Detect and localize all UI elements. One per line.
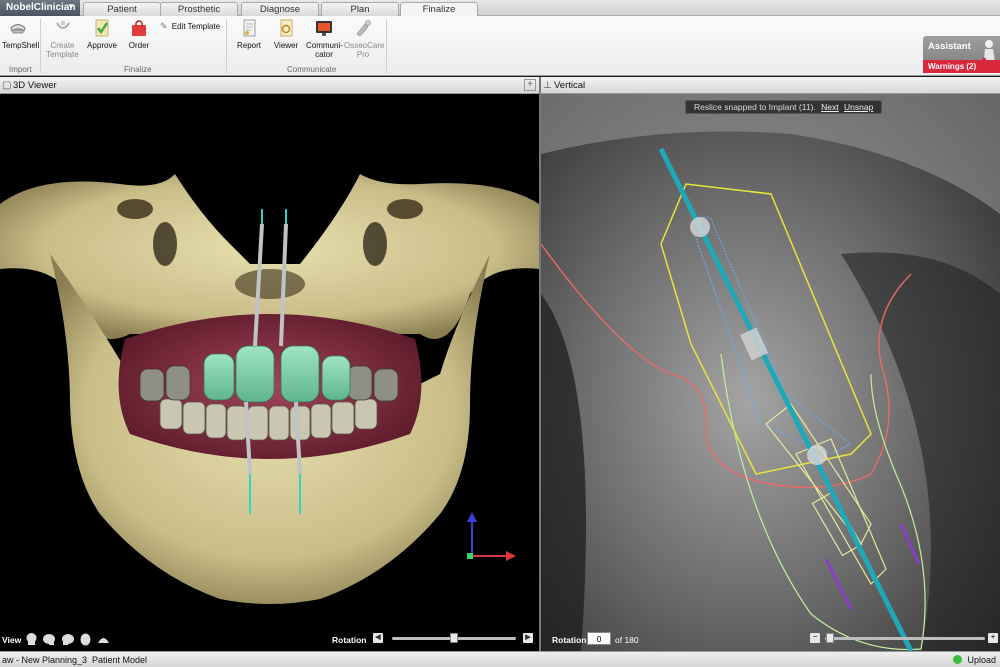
shopping-bag-icon bbox=[132, 20, 146, 36]
vertical-view-controls: Rotation 0 of 180 − + bbox=[0, 630, 1000, 651]
group-divider bbox=[386, 19, 387, 73]
viewer-3d-header: ▢ 3D Viewer + bbox=[0, 77, 539, 94]
tempshell-icon bbox=[10, 24, 26, 34]
tab-label: Prosthetic bbox=[177, 4, 221, 15]
tab-label: Patient bbox=[107, 4, 137, 15]
vertical-view-header: ⊥ Vertical bbox=[541, 77, 1000, 94]
vertical-view-title: Vertical bbox=[554, 80, 586, 91]
tab-patient[interactable]: Patient bbox=[83, 2, 161, 16]
app-menu-label: NobelClinician bbox=[6, 2, 76, 13]
group-divider bbox=[40, 19, 41, 73]
approve-label: Approve bbox=[87, 41, 117, 50]
report-button[interactable]: Report bbox=[234, 19, 264, 50]
viewer-3d-title: 3D Viewer bbox=[13, 80, 57, 91]
create-template-label: Create Template bbox=[46, 41, 79, 59]
approve-check-icon bbox=[95, 19, 109, 37]
tempshell-label: TempShell bbox=[2, 41, 40, 50]
document-name: aw - New Planning_3 bbox=[2, 655, 88, 665]
status-bar: aw - New Planning_3 Patient Model Upload bbox=[0, 651, 1000, 667]
communicator-monitor-icon bbox=[316, 21, 332, 36]
skull-3d-render bbox=[0, 174, 539, 604]
orientation-axes-icon bbox=[467, 512, 516, 561]
osseocare-drill-icon bbox=[356, 20, 371, 37]
assistant-title: Assistant bbox=[928, 41, 971, 52]
slice-icon: ⊥ bbox=[543, 80, 552, 91]
zoom-out-button[interactable]: − bbox=[810, 633, 820, 643]
edit-template-label: Edit Template bbox=[171, 22, 221, 31]
finalize-group-label: Finalize bbox=[124, 65, 152, 74]
tab-plan[interactable]: Plan bbox=[321, 2, 399, 16]
osseocare-pro-button[interactable]: OsseoCare Pro bbox=[344, 19, 385, 59]
zoom-slider-thumb[interactable] bbox=[826, 633, 834, 643]
tab-label: Plan bbox=[350, 4, 370, 15]
ribbon-toolbar: TempShell Import Create Template Approve… bbox=[0, 16, 1000, 76]
create-template-button[interactable]: Create Template bbox=[44, 19, 81, 59]
tempshell-button[interactable]: TempShell bbox=[2, 19, 39, 50]
reslice-next-link[interactable]: Next bbox=[821, 102, 838, 112]
ribbon-tab-bar: NobelClinician ▼ Patient Prosthetic Diag… bbox=[0, 0, 1000, 17]
assistant-panel[interactable]: Assistant Warnings (2) bbox=[923, 36, 1000, 73]
zoom-in-button[interactable]: + bbox=[988, 633, 998, 643]
order-label: Order bbox=[128, 41, 150, 50]
create-template-icon bbox=[55, 21, 70, 29]
communicator-button[interactable]: Communi-cator bbox=[306, 19, 343, 59]
vertical-slice-canvas[interactable]: Reslice snapped to Implant (11). Next Un… bbox=[541, 94, 1000, 651]
ct-slice-image bbox=[541, 94, 1000, 651]
reslice-message: Reslice snapped to Implant (11). bbox=[694, 102, 816, 112]
warnings-label: Warnings (2) bbox=[928, 62, 977, 71]
edit-template-button[interactable]: ✎ Edit Template bbox=[160, 21, 222, 32]
upload-status[interactable]: Upload bbox=[952, 655, 996, 665]
reslice-unsnap-link[interactable]: Unsnap bbox=[844, 102, 873, 112]
viewer-button[interactable]: Viewer bbox=[271, 19, 301, 50]
upload-label: Upload bbox=[967, 655, 996, 665]
tab-diagnose[interactable]: Diagnose bbox=[241, 2, 319, 16]
viewer-label: Viewer bbox=[273, 41, 299, 50]
app-menu-button[interactable]: NobelClinician ▼ bbox=[0, 0, 80, 16]
tab-label: Diagnose bbox=[259, 4, 301, 15]
chevron-down-icon: ▼ bbox=[67, 2, 75, 11]
vertical-rotation-max: of 180 bbox=[615, 635, 639, 645]
vertical-rotation-label: Rotation bbox=[552, 635, 587, 645]
report-document-icon bbox=[243, 19, 256, 37]
group-divider bbox=[226, 19, 227, 73]
viewer-3d-canvas[interactable] bbox=[0, 94, 539, 651]
warnings-button[interactable]: Warnings (2) bbox=[923, 60, 1000, 73]
report-label: Report bbox=[236, 41, 261, 50]
tab-prosthetic[interactable]: Prosthetic bbox=[160, 2, 238, 16]
vertical-rotation-input[interactable]: 0 bbox=[587, 632, 611, 645]
zoom-slider-track[interactable] bbox=[825, 637, 985, 640]
maximize-viewport-button[interactable]: + bbox=[524, 79, 536, 91]
edit-template-icon: ✎ bbox=[160, 21, 168, 31]
model-name: Patient Model bbox=[92, 655, 148, 665]
upload-status-icon bbox=[952, 655, 962, 664]
tab-label: Finalize bbox=[422, 4, 456, 15]
viewer-document-icon bbox=[280, 19, 293, 37]
import-group-label: Import bbox=[9, 65, 32, 74]
communicator-label: Communi-cator bbox=[306, 41, 343, 59]
reslice-notice: Reslice snapped to Implant (11). Next Un… bbox=[685, 100, 883, 114]
osseocare-label: OsseoCare Pro bbox=[344, 41, 385, 59]
approve-button[interactable]: Approve bbox=[86, 19, 118, 50]
cube-icon: ▢ bbox=[2, 80, 12, 91]
order-button[interactable]: Order bbox=[124, 19, 154, 50]
communicate-group-label: Communicate bbox=[287, 65, 337, 74]
tab-finalize[interactable]: Finalize bbox=[400, 2, 478, 17]
